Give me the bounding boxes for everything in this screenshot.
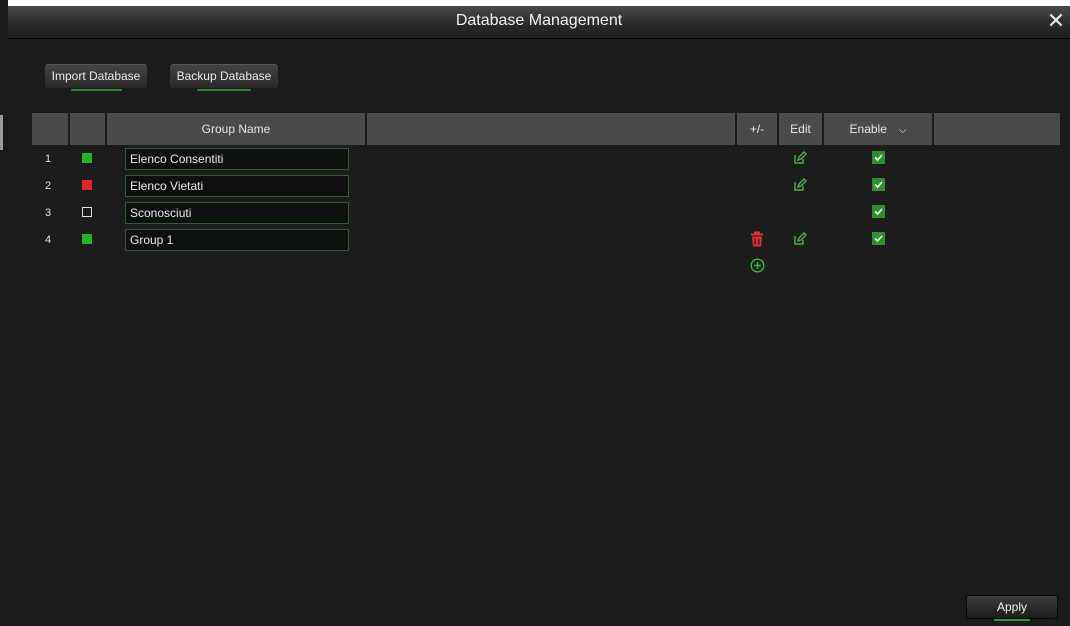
row-index: 4 [45,234,52,246]
header-group-name: Group Name [107,113,365,145]
enable-checkbox[interactable] [872,178,885,191]
enable-checkbox[interactable] [872,151,885,164]
database-management-window: Database Management ✕ Import Database Ba… [0,0,1070,626]
trash-icon[interactable] [750,231,764,247]
edit-icon[interactable] [793,232,807,246]
header-enable-label: Enable [849,122,887,136]
header-spacer-cell [367,113,735,145]
chevron-down-icon[interactable]: ⌵ [899,125,907,136]
group-name-field[interactable]: Elenco Vietati [125,175,349,197]
row-index: 2 [45,180,52,192]
enable-checkbox[interactable] [872,205,885,218]
title-bar: Database Management ✕ [8,6,1070,39]
group-name-field[interactable]: Elenco Consentiti [125,148,349,170]
header-edit: Edit [779,113,822,145]
header-enable-dropdown[interactable]: Enable ⌵ [824,113,932,145]
group-name-field[interactable]: Sconosciuti [125,202,349,224]
content-panel: Import Database Backup Database Group Na… [8,39,1070,626]
group-name-field[interactable]: Group 1 [125,229,349,251]
edge-grip [0,115,3,150]
window-title: Database Management [455,12,623,29]
import-database-button[interactable]: Import Database [44,63,148,91]
row-index: 3 [45,207,52,219]
close-icon[interactable]: ✕ [1044,8,1068,34]
edit-icon[interactable] [793,178,807,192]
header-color-cell [70,113,105,145]
header-plus-minus: +/- [737,113,777,145]
row-index: 1 [45,153,52,165]
group-color-swatch [82,207,92,217]
header-index-cell [32,113,68,145]
apply-button[interactable]: Apply [966,595,1058,621]
header-trailing-cell [934,113,1060,145]
enable-checkbox[interactable] [872,232,885,245]
group-color-swatch [82,153,92,163]
group-color-swatch [82,180,92,190]
left-edge-strip [0,0,8,626]
group-color-swatch [82,234,92,244]
add-group-icon[interactable] [750,258,765,273]
edit-icon[interactable] [793,151,807,165]
backup-database-button[interactable]: Backup Database [169,63,279,91]
